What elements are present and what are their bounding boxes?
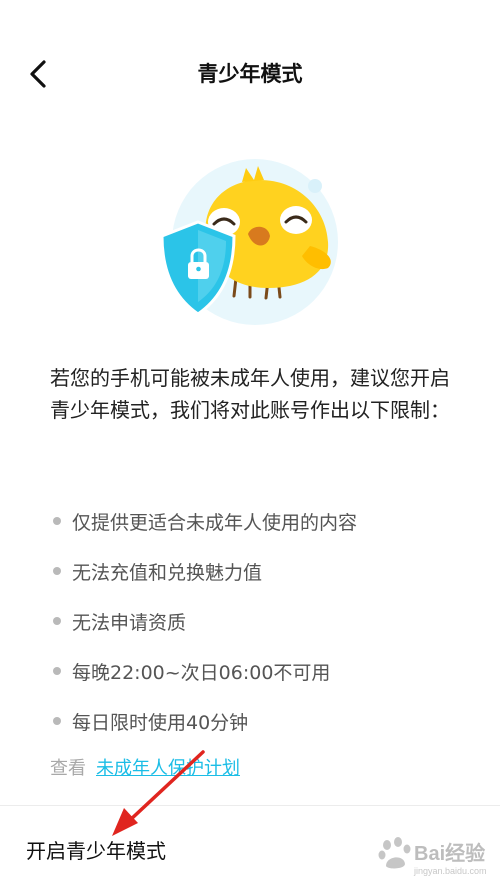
bullet-icon <box>53 667 61 675</box>
list-item: 无法申请资质 <box>50 596 470 646</box>
divider <box>0 805 500 806</box>
header-bar: 青少年模式 <box>0 0 500 150</box>
bullet-icon <box>53 617 61 625</box>
bird-shield-illustration <box>160 159 338 325</box>
list-item: 仅提供更适合未成年人使用的内容 <box>50 496 470 546</box>
paw-logo-icon <box>378 837 411 869</box>
page-title: 青少年模式 <box>197 62 303 86</box>
bullet-icon <box>53 717 61 725</box>
restriction-list: 仅提供更适合未成年人使用的内容 无法充值和兑换魅力值 无法申请资质 每晚22:0… <box>50 496 470 746</box>
protection-plan-link[interactable]: 未成年人保护计划 <box>96 758 240 779</box>
protection-plan-line: 查看 未成年人保护计划 <box>50 754 240 780</box>
list-item: 无法充值和兑换魅力值 <box>50 546 470 596</box>
baidu-jingyan-watermark: Bai经验 jingyan.baidu.com <box>378 832 496 884</box>
view-prefix: 查看 <box>50 758 86 779</box>
intro-text: 若您的手机可能被未成年人使用，建议您开启青少年模式，我们将对此账号作出以下限制： <box>50 366 450 422</box>
list-item: 每日限时使用40分钟 <box>50 696 470 746</box>
bullet-icon <box>53 517 61 525</box>
enable-youth-mode-button[interactable]: 开启青少年模式 <box>26 835 166 864</box>
bullet-icon <box>53 567 61 575</box>
list-item: 每晚22:00~次日06:00不可用 <box>50 646 470 696</box>
